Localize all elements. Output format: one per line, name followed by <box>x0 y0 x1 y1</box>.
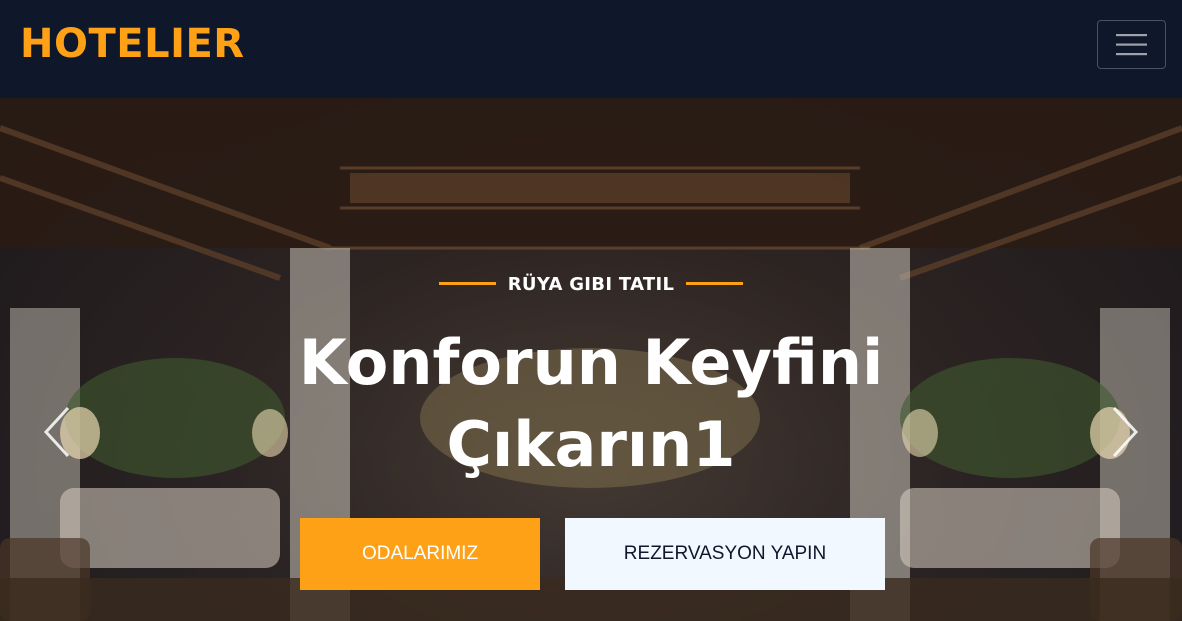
chevron-left-icon <box>43 406 70 458</box>
hero-subtitle-text: RÜYA GIBI TATIL <box>507 274 675 295</box>
headline-line-2: Çıkarın1 <box>446 408 736 481</box>
hamburger-icon <box>1116 34 1147 56</box>
rooms-button[interactable]: ODALARIMIZ <box>300 518 540 590</box>
navbar: HOTELIER <box>0 0 1182 98</box>
carousel-prev-button[interactable] <box>38 404 78 460</box>
subtitle-line-left <box>438 281 496 285</box>
carousel-next-button[interactable] <box>1104 404 1144 460</box>
subtitle-line-right <box>686 281 744 285</box>
hero-carousel: RÜYA GIBI TATIL Konforun Keyfini Çıkarın… <box>0 98 1182 621</box>
book-now-button[interactable]: REZERVASYON YAPIN <box>565 518 885 590</box>
headline-line-1: Konforun Keyfini <box>298 326 884 399</box>
hero-headline: Konforun Keyfini Çıkarın1 <box>0 322 1182 486</box>
chevron-right-icon <box>1112 406 1139 458</box>
brand-logo[interactable]: HOTELIER <box>20 18 245 70</box>
hero-subtitle: RÜYA GIBI TATIL <box>0 274 1182 295</box>
menu-toggle-button[interactable] <box>1097 20 1166 69</box>
